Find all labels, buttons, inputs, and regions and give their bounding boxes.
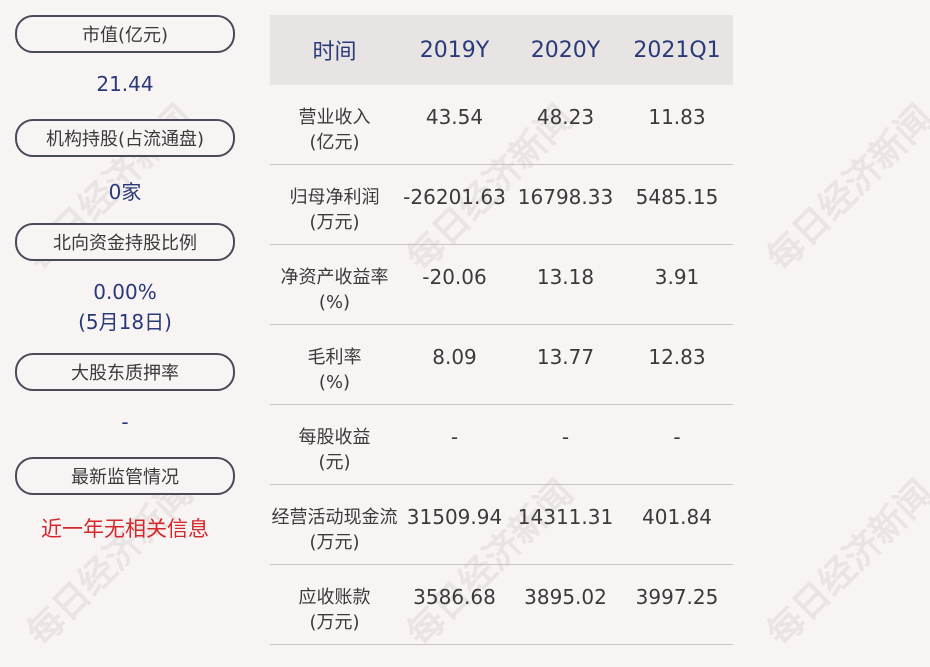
table-row: 净资产收益率 (%) -20.06 13.18 3.91 xyxy=(270,245,733,325)
regulatory-status-label: 最新监管情况 xyxy=(15,457,235,495)
cell: 13.77 xyxy=(536,345,595,369)
market-cap-label: 市值(亿元) xyxy=(15,15,235,53)
cell: 48.23 xyxy=(536,105,595,129)
row-label: 应收账款 (万元) xyxy=(298,587,371,633)
regulatory-status-value: 近一年无相关信息 xyxy=(41,517,209,541)
northbound-holding-date: (5月18日) xyxy=(78,310,172,334)
cell: 12.83 xyxy=(648,345,706,369)
cell: - xyxy=(450,425,459,449)
cell: 14311.31 xyxy=(517,505,614,529)
cell: - xyxy=(561,425,570,449)
market-cap-value: 21.44 xyxy=(96,72,154,96)
cell: 11.83 xyxy=(648,105,706,129)
row-label: 每股收益 (元) xyxy=(298,427,371,473)
header-time: 时间 xyxy=(312,40,357,65)
cell: -26201.63 xyxy=(403,185,506,209)
watermark: 每日经济新闻 xyxy=(759,472,930,655)
table-row: 经营活动现金流 (万元) 31509.94 14311.31 401.84 xyxy=(270,485,733,565)
cell: 8.09 xyxy=(432,345,477,369)
header-2019y: 2019Y xyxy=(419,37,490,63)
row-label: 归母净利润 (万元) xyxy=(289,187,380,233)
table-row: 营业收入 (亿元) 43.54 48.23 11.83 xyxy=(270,85,733,165)
table-header: 时间 2019Y 2020Y 2021Q1 xyxy=(270,15,733,85)
cell: 3586.68 xyxy=(413,585,496,609)
cell: 16798.33 xyxy=(517,185,614,209)
header-2020y: 2020Y xyxy=(530,37,601,63)
row-label: 净资产收益率 (%) xyxy=(280,267,389,313)
cell: 43.54 xyxy=(425,105,484,129)
table-row: 应收账款 (万元) 3586.68 3895.02 3997.25 xyxy=(270,565,733,645)
watermark: 每日经济新闻 xyxy=(759,97,930,280)
cell: 3997.25 xyxy=(635,585,719,609)
summary-panel: 市值(亿元) 21.44 机构持股(占流通盘) 0家 北向资金持股比例 0.00… xyxy=(0,0,250,667)
header-2021q1: 2021Q1 xyxy=(633,37,721,63)
cell: 3895.02 xyxy=(524,585,607,609)
row-label: 经营活动现金流 (万元) xyxy=(271,507,398,553)
cell: 13.18 xyxy=(536,265,595,289)
cell: 3.91 xyxy=(654,265,700,289)
cell: - xyxy=(673,425,681,449)
row-label: 营业收入 (亿元) xyxy=(298,107,371,153)
cell: 401.84 xyxy=(642,505,712,529)
pledge-ratio-label: 大股东质押率 xyxy=(15,353,235,391)
financial-table: 时间 2019Y 2020Y 2021Q1 营业收入 (亿元) 43.54 48.… xyxy=(270,15,733,645)
cell: 31509.94 xyxy=(406,505,503,529)
institutional-holding-value: 0家 xyxy=(108,180,142,204)
northbound-holding-value: 0.00% xyxy=(93,280,157,304)
cell: 5485.15 xyxy=(635,185,719,209)
institutional-holding-label: 机构持股(占流通盘) xyxy=(15,119,235,157)
pledge-ratio-value: - xyxy=(121,410,129,434)
row-label: 毛利率 (%) xyxy=(307,347,362,393)
table-row: 归母净利润 (万元) -26201.63 16798.33 5485.15 xyxy=(270,165,733,245)
table-row: 每股收益 (元) - - - xyxy=(270,405,733,485)
northbound-holding-label: 北向资金持股比例 xyxy=(15,223,235,261)
cell: -20.06 xyxy=(422,265,487,289)
table-row: 毛利率 (%) 8.09 13.77 12.83 xyxy=(270,325,733,405)
